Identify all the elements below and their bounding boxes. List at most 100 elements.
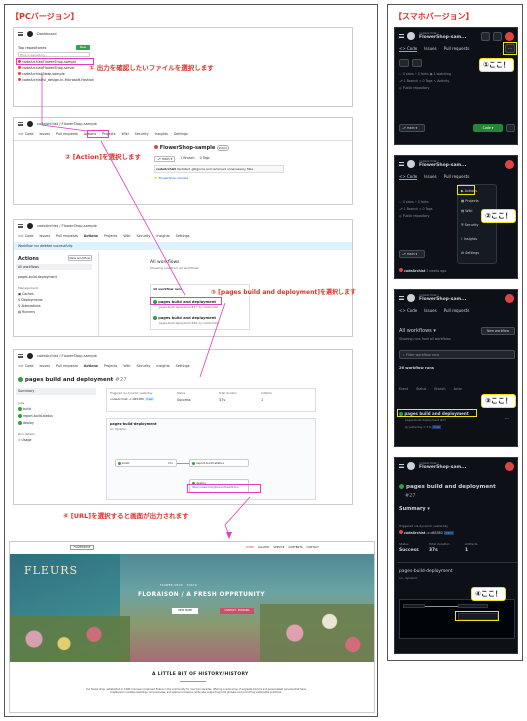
- watching-count[interactable]: 1 watching: [433, 72, 451, 76]
- repo-name: FlowerShop-sam...: [419, 465, 467, 470]
- branch-select[interactable]: ⎇ main ▾: [399, 250, 425, 258]
- avatar: [399, 268, 403, 272]
- stars-count[interactable]: 0 stars: [403, 72, 414, 76]
- job-node-report[interactable]: [458, 604, 488, 608]
- stars-count[interactable]: 0 stars: [403, 200, 414, 204]
- repo-name: FlowerShop-sam...: [419, 35, 467, 40]
- nav-contact[interactable]: CONTACT: [307, 546, 319, 549]
- mobile-version-header: 【スマホバージョン】: [394, 12, 474, 21]
- nav-contents[interactable]: CONTENTS: [288, 546, 302, 549]
- new-workflow-button[interactable]: New workflow: [481, 327, 515, 335]
- tab-code[interactable]: <> Code: [399, 174, 418, 180]
- nav-service[interactable]: SERVICE: [273, 546, 284, 549]
- tab-issues[interactable]: Issues: [424, 46, 436, 52]
- tab-pull-requests[interactable]: Pull requests: [444, 308, 470, 313]
- tab-issues[interactable]: Issues: [424, 174, 436, 180]
- tab-pull-requests[interactable]: Pull requests: [444, 46, 470, 52]
- github-logo-icon[interactable]: [407, 462, 415, 470]
- mobile-run-screenshot: codeArchist / FlowerShop-sam... pages bu…: [394, 457, 518, 654]
- step4-bubble: ④ここ！: [471, 587, 506, 601]
- branch-tag[interactable]: main: [443, 531, 454, 535]
- public-repo-text: Public repository: [402, 86, 430, 90]
- avatar[interactable]: [505, 160, 514, 169]
- branch-select[interactable]: ⎇ main ▾: [399, 124, 425, 132]
- fork-button[interactable]: [412, 59, 422, 67]
- highlight-run-row: [397, 409, 477, 417]
- duration-label: Total duration: [429, 542, 450, 546]
- avatar[interactable]: [505, 294, 514, 303]
- repo-name: FlowerShop-sam...: [419, 163, 467, 168]
- workflow-trigger: on: dynamic: [399, 576, 418, 580]
- run-number: #27: [405, 493, 416, 499]
- avatar[interactable]: [505, 462, 514, 471]
- showing-runs-text: Showing runs from all workflows: [399, 337, 451, 341]
- menu-icon[interactable]: [399, 162, 404, 166]
- search-button[interactable]: [481, 32, 490, 41]
- tab-pull-requests[interactable]: Pull requests: [444, 174, 470, 180]
- tags-count[interactable]: 0 Tags: [422, 79, 432, 83]
- tab-code[interactable]: <> Code: [399, 46, 418, 52]
- nav-gallery[interactable]: GALLERY: [258, 546, 270, 549]
- actor-name[interactable]: codeArchist: [404, 531, 425, 535]
- menu-icon[interactable]: [399, 34, 404, 38]
- workflow-card: pages-build-deployment on: dynamic ④ここ！: [397, 562, 517, 650]
- menu-item-settings[interactable]: ⚙ Settings: [461, 251, 479, 255]
- col-status[interactable]: Status: [416, 387, 426, 391]
- run-title-text: pages build and deployment: [405, 484, 496, 490]
- job-node-build[interactable]: [403, 604, 425, 608]
- duration-value: 37s: [429, 548, 438, 553]
- mobile-version-panel: 【スマホバージョン】 codeArchist / FlowerShop-sam.…: [387, 4, 523, 661]
- filter-runs-input[interactable]: ⌕ Filter workflow runs: [399, 350, 515, 359]
- forks-count[interactable]: 0 forks: [418, 200, 429, 204]
- new-workflow-label: New workflow: [486, 329, 510, 333]
- step2-bubble: ②ここ！: [481, 209, 516, 223]
- commit-user[interactable]: codeArchist: [404, 269, 425, 273]
- flower-right: [260, 604, 374, 662]
- more-options-button[interactable]: [506, 124, 515, 132]
- run-branch-tag[interactable]: main: [432, 425, 442, 429]
- run-more-icon[interactable]: ···: [505, 416, 509, 421]
- summary-select[interactable]: Summary ▾: [399, 506, 430, 512]
- mobile-repo-screenshot: codeArchist / FlowerShop-sam... <> Code …: [394, 27, 518, 145]
- step3-bubble: ③ここ！: [481, 394, 516, 408]
- github-logo-icon[interactable]: [407, 160, 415, 168]
- menu-item-projects[interactable]: ▦ Projects: [461, 199, 479, 203]
- menu-icon[interactable]: [399, 464, 404, 468]
- view-more-button[interactable]: VIEW MORE: [172, 608, 198, 614]
- hero-kicker: FLOWER SHOP · TOKYO: [160, 584, 198, 587]
- inbox-button[interactable]: [493, 32, 502, 41]
- branch-count[interactable]: 1 Branch: [404, 207, 418, 211]
- avatar: [399, 530, 403, 534]
- tab-issues[interactable]: Issues: [424, 308, 436, 313]
- forks-count[interactable]: 0 forks: [418, 72, 429, 76]
- col-actor[interactable]: Actor: [454, 387, 462, 391]
- menu-item-insights[interactable]: ⌇ Insights: [461, 237, 477, 241]
- github-logo-icon[interactable]: [407, 294, 415, 302]
- code-button[interactable]: Code ▾: [473, 124, 503, 132]
- col-branch[interactable]: Branch: [434, 387, 445, 391]
- tags-count[interactable]: 0 Tags: [422, 207, 432, 211]
- hero-image: FLEURS FLOWER SHOP · TOKYO FLORAISON / A…: [10, 554, 374, 662]
- mobile-actions-screenshot: codeArchist / FlowerShop-sam... <> Code …: [394, 289, 518, 447]
- public-repo-text: Public repository: [402, 214, 430, 218]
- activity-link[interactable]: Activity: [437, 79, 449, 83]
- menu-icon[interactable]: [399, 296, 404, 300]
- site-logo-button[interactable]: FLOWERSHOP: [70, 545, 94, 550]
- tab-code[interactable]: <> Code: [399, 308, 417, 313]
- commit-hash[interactable]: -o d65380: [426, 531, 442, 535]
- col-event[interactable]: Event: [399, 387, 408, 391]
- watch-button[interactable]: [399, 59, 409, 67]
- mobile-tabs: <> Code Issues Pull requests: [399, 308, 469, 313]
- menu-item-wiki[interactable]: ▤ Wiki: [461, 209, 472, 213]
- github-logo-icon[interactable]: [407, 32, 415, 40]
- avatar[interactable]: [505, 32, 514, 41]
- contact-booking-button[interactable]: CONTACT · BOOKING: [220, 608, 254, 614]
- nav-home[interactable]: HOME: [246, 546, 254, 549]
- workflow-name: pages-build-deployment: [399, 569, 453, 574]
- artifacts-value: 1: [465, 548, 469, 553]
- menu-item-security[interactable]: ⛨ Security: [461, 223, 479, 227]
- shop-sign: FLEURS: [24, 564, 79, 577]
- branch-count[interactable]: 1 Branch: [404, 79, 418, 83]
- menu-item-label: Projects: [465, 199, 479, 203]
- all-workflows-select[interactable]: All workflows ▾: [399, 328, 436, 334]
